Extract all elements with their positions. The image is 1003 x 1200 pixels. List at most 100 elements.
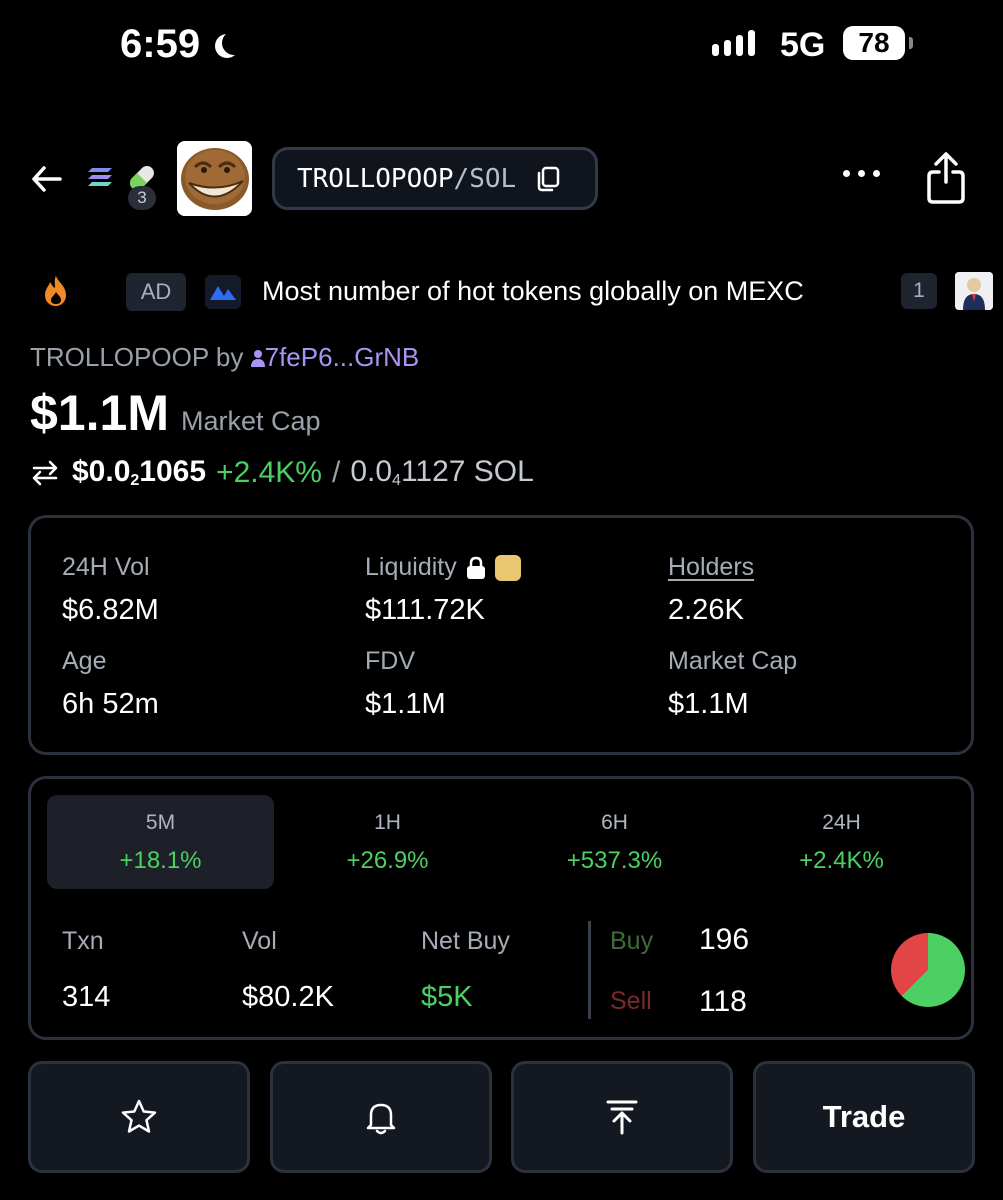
vol-label: Vol bbox=[242, 927, 277, 955]
alert-button[interactable] bbox=[270, 1061, 492, 1173]
copy-icon[interactable] bbox=[534, 165, 562, 193]
solana-icon bbox=[88, 168, 112, 186]
tab-label: 1H bbox=[374, 811, 401, 834]
pair-base: TROLLOPOOP bbox=[297, 163, 454, 194]
stat-value: $1.1M bbox=[365, 688, 446, 720]
tab-1h[interactable]: 1H +26.9% bbox=[274, 795, 501, 889]
status-time-text: 6:59 bbox=[120, 22, 201, 66]
mexc-logo-icon bbox=[205, 275, 241, 309]
ad-text[interactable]: Most number of hot tokens globally on ME… bbox=[262, 276, 804, 307]
tab-6h[interactable]: 6H +537.3% bbox=[501, 795, 728, 889]
troll-face-icon bbox=[177, 141, 252, 216]
price-row: $0.021065 +2.4K% / 0.041127 SOL bbox=[30, 455, 534, 490]
signal-icon bbox=[712, 30, 755, 56]
battery-icon: 78 bbox=[843, 26, 913, 60]
txn-value: 314 bbox=[62, 981, 111, 1013]
trade-label: Trade bbox=[822, 1099, 906, 1134]
price-change: +2.4K% bbox=[216, 455, 322, 489]
bell-icon bbox=[366, 1103, 396, 1135]
stat-value: $1.1M bbox=[668, 688, 749, 720]
holders-link[interactable]: Holders bbox=[668, 553, 754, 582]
market-cap-header: $1.1M Market Cap bbox=[30, 384, 321, 442]
pair-quote: SOL bbox=[469, 163, 517, 194]
arrow-up-to-line-icon bbox=[606, 1100, 638, 1135]
price-usd: $0.021065 bbox=[72, 455, 206, 490]
tab-5m[interactable]: 5M +18.1% bbox=[47, 795, 274, 889]
pair-selector[interactable]: TROLLOPOOP / SOL bbox=[272, 147, 598, 210]
timeframe-card: 5M +18.1% 1H +26.9% 6H +537.3% 24H +2.4K… bbox=[28, 776, 974, 1040]
user-icon bbox=[250, 350, 265, 367]
ad-count-badge: 1 bbox=[901, 273, 937, 309]
price-separator: / bbox=[331, 455, 341, 489]
price-usd-prefix: $0.0 bbox=[72, 455, 131, 488]
buy-sell-pie bbox=[891, 933, 965, 1007]
stat-value: $6.82M bbox=[62, 594, 159, 626]
network-type: 5G bbox=[780, 26, 826, 64]
price-sol-prefix: 0.0 bbox=[350, 455, 393, 488]
sell-count: 118 bbox=[699, 985, 747, 1018]
watchlist-button[interactable] bbox=[28, 1061, 250, 1173]
price-usd-zero-count: 2 bbox=[130, 472, 140, 489]
tab-24h[interactable]: 24H +2.4K% bbox=[728, 795, 955, 889]
stat-label: FDV bbox=[365, 647, 415, 675]
buy-label: Buy bbox=[610, 927, 654, 955]
token-name: TROLLOPOOP bbox=[30, 342, 209, 372]
creator-link[interactable]: 7feP6...GrNB bbox=[250, 342, 420, 372]
token-avatar bbox=[177, 141, 252, 216]
by-label: by bbox=[215, 342, 244, 372]
stat-label-row: Liquidity bbox=[365, 553, 521, 582]
trade-button[interactable]: Trade bbox=[753, 1061, 975, 1173]
swap-icon[interactable] bbox=[30, 460, 60, 486]
stat-label: 24H Vol bbox=[62, 553, 150, 581]
tab-change: +537.3% bbox=[566, 847, 663, 874]
token-creator-line: TROLLOPOOP by 7feP6...GrNB bbox=[30, 342, 419, 373]
vol-value: $80.2K bbox=[242, 981, 334, 1013]
stat-label: Liquidity bbox=[365, 553, 457, 581]
battery-level: 78 bbox=[858, 27, 890, 58]
boost-button[interactable] bbox=[511, 1061, 733, 1173]
stats-card: 24H Vol $6.82M Liquidity $111.72K Holder… bbox=[28, 515, 974, 755]
market-cap-label: Market Cap bbox=[180, 406, 321, 436]
stat-liquidity: Liquidity $111.72K bbox=[365, 553, 521, 627]
creator-address: 7feP6...GrNB bbox=[264, 342, 420, 372]
liquidity-lock-badge-icon[interactable] bbox=[494, 554, 521, 581]
sell-label: Sell bbox=[610, 987, 652, 1015]
tab-change: +2.4K% bbox=[799, 847, 884, 874]
status-time: 6:59 bbox=[120, 22, 234, 67]
txn-label: Txn bbox=[62, 927, 104, 955]
divider bbox=[588, 921, 591, 1019]
ad-badge: AD bbox=[126, 273, 186, 311]
buy-count: 196 bbox=[699, 923, 750, 956]
avatar-figure-icon bbox=[955, 272, 993, 310]
star-icon bbox=[121, 1099, 157, 1133]
back-arrow-icon[interactable] bbox=[30, 160, 64, 198]
tab-change: +18.1% bbox=[119, 847, 202, 874]
stat-label: Market Cap bbox=[668, 647, 798, 675]
more-options-icon[interactable] bbox=[843, 170, 880, 177]
net-buy-value: $5K bbox=[421, 981, 473, 1013]
tab-label: 6H bbox=[601, 811, 628, 834]
price-sol-zero-count: 4 bbox=[392, 472, 401, 489]
stat-holders[interactable]: Holders 2.26K bbox=[668, 553, 754, 627]
price-usd-digits: 1065 bbox=[139, 455, 207, 488]
net-buy-label: Net Buy bbox=[421, 927, 510, 955]
market-cap-value: $1.1M bbox=[30, 385, 169, 441]
stat-value: $111.72K bbox=[365, 594, 485, 626]
price-sol-digits: 1127 SOL bbox=[400, 455, 534, 488]
tab-change: +26.9% bbox=[346, 847, 429, 874]
ad-avatar[interactable] bbox=[955, 272, 993, 310]
moon-icon bbox=[222, 31, 246, 55]
pair-separator: / bbox=[453, 163, 470, 194]
lock-icon bbox=[466, 556, 485, 579]
pill-count-badge: 3 bbox=[128, 186, 156, 210]
share-icon[interactable] bbox=[925, 150, 967, 206]
tab-label: 24H bbox=[822, 811, 861, 834]
stat-age: Age 6h 52m bbox=[62, 647, 159, 721]
fire-icon bbox=[45, 276, 66, 306]
stat-value: 6h 52m bbox=[62, 688, 159, 720]
tab-label: 5M bbox=[145, 811, 176, 834]
stat-market-cap: Market Cap $1.1M bbox=[668, 647, 797, 721]
stat-fdv: FDV $1.1M bbox=[365, 647, 446, 721]
stat-24h-vol: 24H Vol $6.82M bbox=[62, 553, 159, 627]
stat-label: Age bbox=[62, 647, 107, 675]
